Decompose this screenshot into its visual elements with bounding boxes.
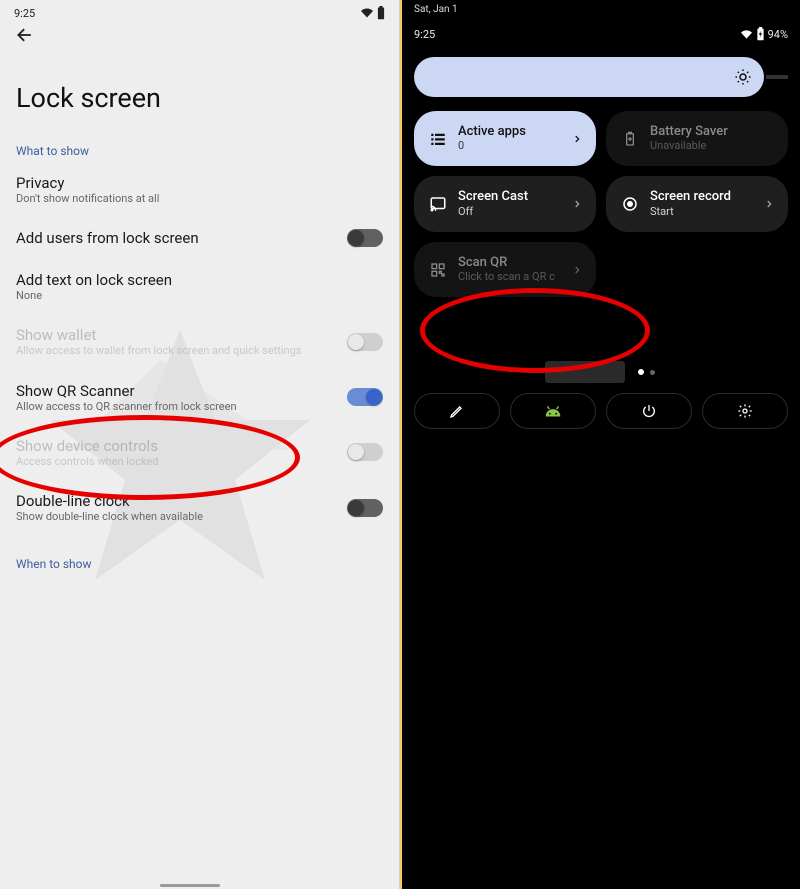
status-bar-right: 9:25 94% (402, 15, 800, 47)
battery-charging-icon (756, 27, 765, 41)
chevron-right-icon (572, 197, 582, 211)
item-controls-sub: Access controls when locked (16, 455, 337, 468)
tile-screen-record-title: Screen record (650, 190, 754, 204)
record-icon (621, 195, 639, 213)
battery-saver-icon (622, 131, 638, 147)
item-privacy-title: Privacy (16, 174, 373, 192)
toggle-device-controls (347, 443, 383, 461)
list-icon (429, 130, 447, 148)
battery-icon (377, 6, 385, 20)
tile-battery-saver-sub: Unavailable (650, 139, 774, 152)
item-add-text-title: Add text on lock screen (16, 271, 373, 289)
arrow-left-icon (15, 25, 35, 45)
item-add-users[interactable]: Add users from lock screen (0, 217, 399, 259)
item-show-qr-title: Show QR Scanner (16, 382, 337, 400)
tile-screen-record[interactable]: Screen record Start (606, 176, 788, 231)
tile-active-apps[interactable]: Active apps 0 (414, 111, 596, 166)
tile-screen-cast[interactable]: Screen Cast Off (414, 176, 596, 231)
toggle-add-users[interactable] (347, 229, 383, 247)
pencil-icon (449, 403, 465, 419)
battery-percent: 94% (768, 28, 788, 41)
toggle-show-qr[interactable] (347, 388, 383, 406)
brightness-slider-row (402, 47, 800, 107)
tile-active-apps-title: Active apps (458, 125, 562, 139)
item-privacy-sub: Don't show notifications at all (16, 192, 373, 205)
item-double-line-clock[interactable]: Double-line clock Show double-line clock… (0, 480, 399, 535)
toggle-show-wallet (347, 333, 383, 351)
qr-icon (430, 262, 446, 278)
tile-scan-qr[interactable]: Scan QR Click to scan a QR c (414, 242, 596, 297)
item-show-qr-sub: Allow access to QR scanner from lock scr… (16, 400, 337, 413)
status-time-right: 9:25 (414, 28, 435, 41)
tile-screen-record-sub: Start (650, 205, 754, 218)
gear-icon (737, 403, 753, 419)
item-clock-sub: Show double-line clock when available (16, 510, 337, 523)
item-controls-title: Show device controls (16, 437, 337, 455)
tile-screen-cast-sub: Off (458, 205, 562, 218)
page-dot-2[interactable] (650, 370, 655, 375)
quick-settings-panel: Sat, Jan 1 9:25 94% Active apps 0 (400, 0, 800, 889)
chevron-right-icon (764, 197, 774, 211)
chevron-right-icon (572, 132, 582, 146)
tile-active-apps-sub: 0 (458, 139, 562, 152)
item-show-wallet: Show wallet Allow access to wallet from … (0, 314, 399, 369)
settings-button[interactable] (702, 393, 788, 429)
section-when-to-show: When to show (0, 535, 399, 575)
status-date: Sat, Jan 1 (402, 0, 800, 15)
back-button[interactable] (14, 24, 36, 46)
android-icon (542, 403, 564, 419)
cast-icon (429, 195, 447, 213)
item-add-users-title: Add users from lock screen (16, 229, 337, 247)
tile-battery-saver[interactable]: Battery Saver Unavailable (606, 111, 788, 166)
status-bar: 9:25 (0, 0, 399, 22)
power-button[interactable] (606, 393, 692, 429)
status-time: 9:25 (14, 7, 35, 20)
wifi-icon (360, 7, 374, 19)
item-clock-title: Double-line clock (16, 492, 337, 510)
tile-screen-cast-title: Screen Cast (458, 190, 562, 204)
media-placeholder (545, 361, 625, 383)
chevron-right-icon (572, 263, 582, 277)
tile-scan-qr-title: Scan QR (458, 256, 562, 270)
brightness-track-remainder (766, 75, 788, 79)
edit-button[interactable] (414, 393, 500, 429)
item-add-text-sub: None (16, 289, 373, 302)
section-what-to-show: What to show (0, 122, 399, 162)
item-show-qr-scanner[interactable]: Show QR Scanner Allow access to QR scann… (0, 370, 399, 425)
page-dot-1[interactable] (638, 369, 644, 375)
power-icon (641, 403, 657, 419)
brightness-slider[interactable] (414, 57, 764, 97)
tile-battery-saver-title: Battery Saver (650, 125, 774, 139)
page-title: Lock screen (0, 46, 399, 122)
item-show-wallet-title: Show wallet (16, 326, 337, 344)
item-show-device-controls: Show device controls Access controls whe… (0, 425, 399, 480)
item-show-wallet-sub: Allow access to wallet from lock screen … (16, 344, 337, 357)
page-indicator (402, 301, 800, 385)
user-button[interactable] (510, 393, 596, 429)
nav-hint-bar (160, 884, 220, 887)
wifi-icon (740, 29, 753, 40)
item-privacy[interactable]: Privacy Don't show notifications at all (0, 162, 399, 217)
toggle-double-line-clock[interactable] (347, 499, 383, 517)
brightness-icon (734, 68, 752, 86)
tile-scan-qr-sub: Click to scan a QR c (458, 270, 562, 283)
settings-lock-screen-panel: 9:25 Lock screen What to show Privacy Do… (0, 0, 400, 889)
item-add-text[interactable]: Add text on lock screen None (0, 259, 399, 314)
